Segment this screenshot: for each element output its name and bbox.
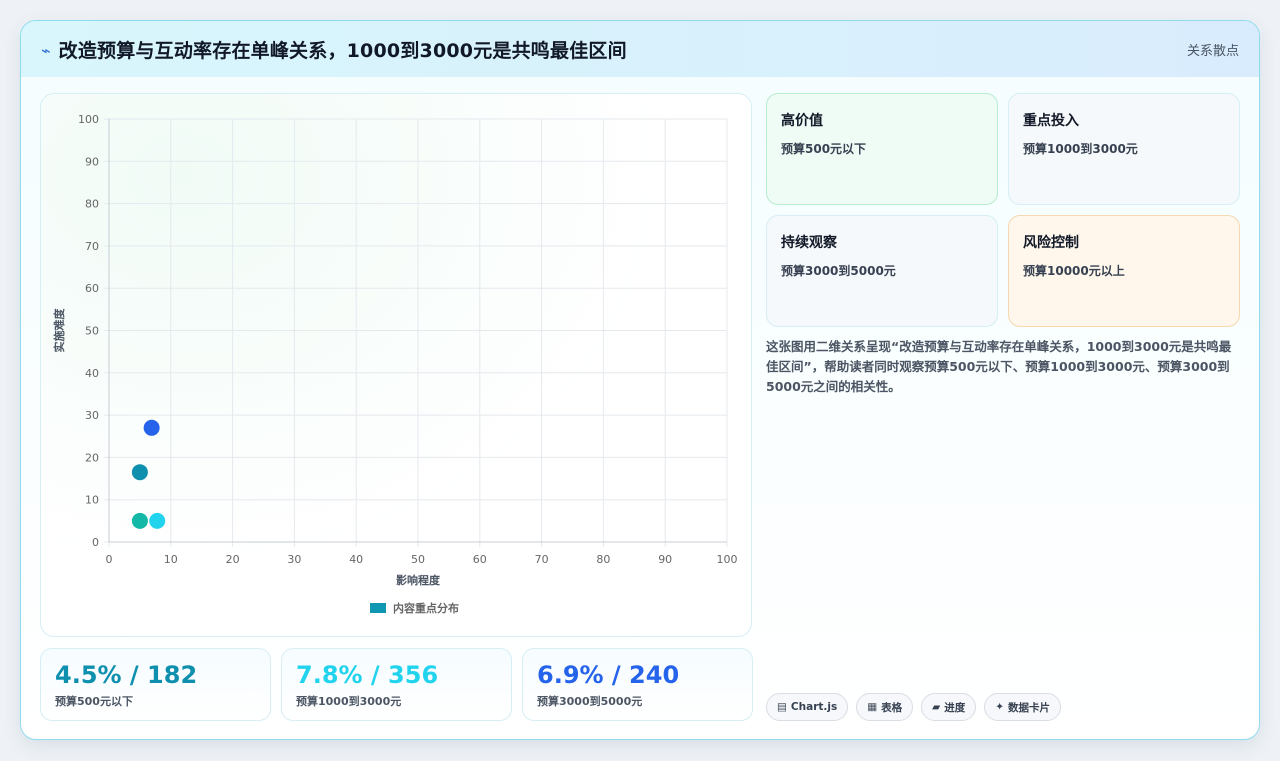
legend-swatch <box>370 603 386 613</box>
chip-label: 表格 <box>881 701 903 714</box>
y-tick-label: 90 <box>85 155 99 168</box>
quadrant-observe: 持续观察 预算3000到5000元 <box>766 215 998 327</box>
x-tick-label: 60 <box>473 553 487 566</box>
x-tick-label: 70 <box>535 553 549 566</box>
y-tick-label: 100 <box>78 113 99 126</box>
data-point <box>131 512 148 529</box>
table-icon: ▦ <box>867 701 878 713</box>
x-tick-label: 40 <box>349 553 363 566</box>
stat-card-2: 7.8% / 356 预算1000到3000元 <box>281 648 512 721</box>
chip-label: 数据卡片 <box>1008 701 1051 714</box>
y-tick-label: 50 <box>85 325 99 338</box>
chart-icon: ▤ <box>777 701 787 713</box>
scatter-chart-panel: 0 10 20 30 40 50 60 70 80 90 100 0 10 20 30 40 50 60 70 80 9… <box>40 93 752 637</box>
chip-progress[interactable]: ▰ 进度 <box>921 693 977 721</box>
chart-type-tag: 关系散点 <box>1186 43 1239 59</box>
y-tick-label: 0 <box>92 536 99 549</box>
x-tick-label: 90 <box>658 553 672 566</box>
stat-card-3: 6.9% / 240 预算3000到5000元 <box>522 648 753 721</box>
x-tick-label: 100 <box>717 553 738 566</box>
x-tick-label: 10 <box>164 553 178 566</box>
scatter-chart: 0 10 20 30 40 50 60 70 80 90 100 0 10 20 30 40 50 60 70 80 9… <box>52 113 738 615</box>
x-tick-label: 30 <box>287 553 301 566</box>
y-tick-label: 40 <box>85 367 99 380</box>
chip-label: 进度 <box>944 701 966 714</box>
y-tick-label: 70 <box>85 240 99 253</box>
stat-label: 预算3000到5000元 <box>537 695 643 708</box>
y-tick-label: 30 <box>85 409 99 422</box>
quadrant-sub: 预算1000到3000元 <box>1023 142 1138 156</box>
data-point <box>131 464 148 481</box>
y-tick-label: 10 <box>85 494 99 507</box>
x-tick-label: 50 <box>411 553 425 566</box>
quadrant-title: 风险控制 <box>1023 235 1079 251</box>
data-point <box>149 512 166 529</box>
sparkle-icon: ✦ <box>995 701 1005 713</box>
quadrant-sub: 预算10000元以上 <box>1023 264 1125 278</box>
quadrant-title: 持续观察 <box>781 235 837 251</box>
chart-description: 这张图用二维关系呈现“改造预算与互动率存在单峰关系，1000到3000元是共鸣最… <box>766 339 1232 394</box>
stat-value: 7.8% / 356 <box>296 661 439 689</box>
feature-chips: ▤ Chart.js ▦ 表格 ▰ 进度 ✦ 数据卡片 <box>766 693 1062 721</box>
y-tick-label: 60 <box>85 282 99 295</box>
stat-value: 4.5% / 182 <box>55 661 198 689</box>
stat-value: 6.9% / 240 <box>537 661 680 689</box>
x-axis-title: 影响程度 <box>396 573 441 587</box>
chip-chartjs[interactable]: ▤ Chart.js <box>766 693 849 721</box>
y-axis-title: 实施难度 <box>52 308 66 353</box>
page-title: 改造预算与互动率存在单峰关系，1000到3000元是共鸣最佳区间 <box>58 39 627 62</box>
chip-label: Chart.js <box>790 701 838 713</box>
data-point <box>143 419 160 436</box>
legend-label: 内容重点分布 <box>393 601 459 615</box>
quadrant-risk-control: 风险控制 预算10000元以上 <box>1008 215 1240 327</box>
quadrant-high-value: 高价值 预算500元以下 <box>766 93 998 205</box>
bolt-icon: ⌁ <box>41 40 51 60</box>
dashboard-card: ⌁ 改造预算与互动率存在单峰关系，1000到3000元是共鸣最佳区间 关系散点 … <box>20 20 1260 740</box>
header: ⌁ 改造预算与互动率存在单峰关系，1000到3000元是共鸣最佳区间 关系散点 <box>21 21 1259 77</box>
stat-label: 预算1000到3000元 <box>296 695 402 708</box>
quadrant-key-investment: 重点投入 预算1000到3000元 <box>1008 93 1240 205</box>
quadrant-sub: 预算500元以下 <box>781 142 867 156</box>
quadrant-sub: 预算3000到5000元 <box>781 264 896 278</box>
stat-card-1: 4.5% / 182 预算500元以下 <box>40 648 271 721</box>
x-tick-label: 0 <box>106 553 113 566</box>
quadrant-title: 重点投入 <box>1023 113 1079 129</box>
x-tick-label: 20 <box>226 553 240 566</box>
x-tick-label: 80 <box>596 553 610 566</box>
stat-label: 预算500元以下 <box>55 695 133 708</box>
progress-icon: ▰ <box>932 701 941 713</box>
y-tick-label: 20 <box>85 451 99 464</box>
quadrant-title: 高价值 <box>781 113 823 129</box>
chip-table[interactable]: ▦ 表格 <box>856 693 914 721</box>
chip-data-card[interactable]: ✦ 数据卡片 <box>984 693 1062 721</box>
y-tick-label: 80 <box>85 198 99 211</box>
